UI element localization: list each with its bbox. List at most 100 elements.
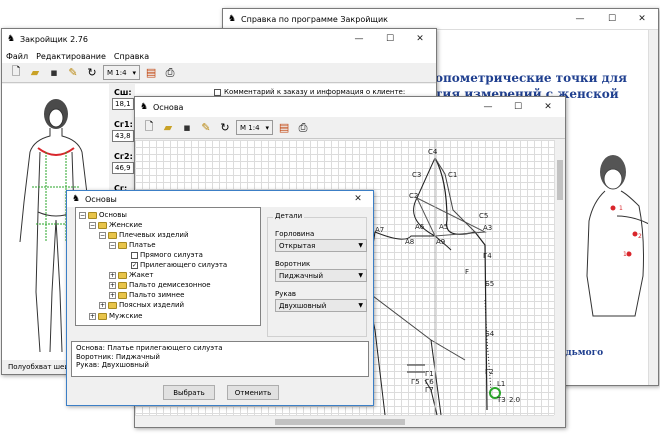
point-label: A8 [405,238,415,246]
sleeve-label: Рукав [275,290,297,298]
print-icon[interactable]: ⎙ [162,65,178,81]
bases-tree[interactable]: − Основы − Женские − Плечевых изделий − Плат… [75,207,261,326]
collapse-icon[interactable]: − [79,211,86,219]
expand-icon[interactable]: + [99,301,106,309]
field-sg2[interactable]: 46,9 [112,162,134,174]
osnova-vscrollbar[interactable] [554,140,565,415]
folder-icon [98,312,107,320]
tree-item-pryamogo[interactable]: Прямого силуэта [131,251,203,259]
field-ssh[interactable]: 18,1 [112,98,134,110]
osnova-hscrollbar[interactable] [135,415,554,427]
tree-item-label: Прямого силуэта [140,251,203,259]
sleeve-select[interactable]: Двухшовный ▼ [275,299,367,312]
pattern-icon[interactable]: ▤ [143,65,159,81]
back-figure-image: 1 2 11 [586,155,650,317]
point-label: C2 [409,192,419,200]
point-label: A3 [483,224,493,232]
neckline-select[interactable]: Открытая ▼ [275,239,367,252]
tree-item-muzhskie[interactable]: + Мужские [89,312,142,320]
undo-icon[interactable]: ↻ [217,120,233,136]
tree-item-palto-zimnee[interactable]: + Пальто зимнее [109,291,184,299]
field-label-ssh: Сш: [114,88,132,97]
close-icon[interactable]: ✕ [629,9,655,29]
field-label-sg2: Сг2: [114,152,133,161]
collapse-icon[interactable]: − [99,231,106,239]
summary-line: Рукав: Двухшовный [76,361,149,369]
scroll-thumb[interactable] [557,160,563,200]
collar-select[interactable]: Пиджачный ▼ [275,269,367,282]
scale-select[interactable]: М 1:4 ▾ [103,65,141,80]
sleeve-value: Двухшовный [279,301,327,310]
tree-item-poyasnyh[interactable]: + Поясных изделий [99,301,184,309]
brush-icon[interactable]: ✎ [65,65,81,81]
point-label: A5 [439,223,449,231]
tree-item-label: Основы [99,211,127,219]
point-label: C1 [448,171,458,179]
folder-icon [118,271,127,279]
tree-item-zhaket[interactable]: + Жакет [109,271,153,279]
point-label: Г6 [425,378,434,386]
folder-icon [98,221,107,229]
tree-item-plechevyh[interactable]: − Плечевых изделий [99,231,189,239]
point-label: Г7 [425,386,434,394]
save-icon[interactable]: ▪ [179,120,195,136]
scale-select[interactable]: М 1:4 ▾ [236,120,274,135]
comment-checkbox[interactable] [214,88,221,96]
main-title: Закройщик 2.76 [20,34,88,44]
open-icon[interactable]: ▰ [160,120,176,136]
close-icon[interactable]: ✕ [535,97,561,117]
brush-icon[interactable]: ✎ [198,120,214,136]
tree-item-osnovy[interactable]: − Основы [79,211,127,219]
maximize-icon[interactable]: ☐ [377,29,403,49]
point-label: T3 [497,396,506,404]
point-label: L1 [497,380,506,388]
menu-edit[interactable]: Редактирование [36,52,106,61]
maximize-icon[interactable]: ☐ [599,9,625,29]
help-titlebar[interactable]: ♞ Справка по программе Закройщик — ☐ ✕ [223,9,658,29]
osnova-titlebar[interactable]: ♞ Основа — ☐ ✕ [135,97,565,117]
help-scrollbar[interactable] [648,30,658,385]
minimize-icon[interactable]: — [567,9,593,29]
expand-icon[interactable]: + [109,271,116,279]
dialog-titlebar[interactable]: ♞ Основы ✕ [67,191,373,207]
tree-item-label: Женские [109,221,143,229]
expand-icon[interactable]: + [109,291,116,299]
menu-file[interactable]: Файл [6,52,28,61]
tree-item-palto-demi[interactable]: + Пальто демисезонное [109,281,211,289]
expand-icon[interactable]: + [109,281,116,289]
collapse-icon[interactable]: − [109,241,116,249]
main-titlebar[interactable]: ♞ Закройщик 2.76 — ☐ ✕ [2,29,436,49]
save-icon[interactable]: ▪ [46,65,62,81]
open-icon[interactable]: ▰ [27,65,43,81]
neckline-label: Горловина [275,230,315,238]
print-icon[interactable]: ⎙ [295,120,311,136]
svg-text:2: 2 [638,233,642,240]
expand-icon[interactable]: + [89,312,96,320]
chevron-down-icon: ▼ [358,272,363,279]
collapse-icon[interactable]: − [89,221,96,229]
tree-item-label: Жакет [129,271,154,279]
tree-item-zhenskie[interactable]: − Женские [89,221,142,229]
close-icon[interactable]: ✕ [407,29,433,49]
scroll-thumb[interactable] [275,419,405,425]
select-button[interactable]: Выбрать [163,385,215,400]
checkbox-unchecked[interactable] [131,251,138,259]
minimize-icon[interactable]: — [346,29,372,49]
status-text: Полуобхват шеи [8,363,69,371]
app-icon: ♞ [139,102,149,112]
undo-icon[interactable]: ↻ [84,65,100,81]
tree-item-plate[interactable]: − Платье [109,241,156,249]
tree-item-label: Плечевых изделий [119,231,189,239]
close-icon[interactable]: ✕ [345,191,371,207]
menu-help[interactable]: Справка [114,52,149,61]
cancel-button[interactable]: Отменить [227,385,279,400]
pattern-icon[interactable]: ▤ [276,120,292,136]
field-sg1[interactable]: 43,8 [112,130,134,142]
new-icon[interactable]: 🗋 [8,65,24,81]
new-icon[interactable]: 🗋 [141,120,157,136]
maximize-icon[interactable]: ☐ [505,97,531,117]
tree-item-prilegayushchego[interactable]: ✓ Прилегающего силуэта [131,261,227,269]
minimize-icon[interactable]: — [475,97,501,117]
field-label-sg1: Сг1: [114,120,133,129]
checkbox-checked[interactable]: ✓ [131,261,138,269]
